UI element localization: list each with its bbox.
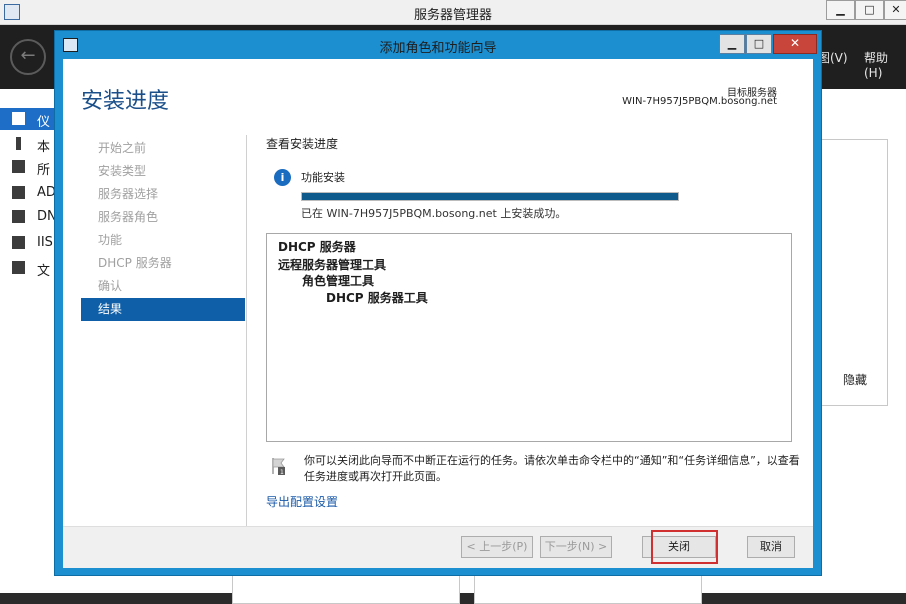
bottom-tile-left [232,572,460,604]
nav-confirmation: 确认 [98,279,123,293]
wizard-close-x-button[interactable]: ✕ [773,34,817,54]
section-title: 查看安装进度 [266,137,339,151]
sidebar-item-dashboard[interactable]: 仪 [0,108,60,130]
maximize-button[interactable]: □ [855,0,884,20]
wizard-nav: 开始之前 安装类型 服务器选择 服务器角色 功能 DHCP 服务器 确认 结果 [81,137,245,321]
local-server-icon [16,137,21,150]
sidebar-item-local-server[interactable]: 本 [0,133,60,155]
ad-icon [12,186,25,199]
progress-fill [302,193,678,200]
close-button-highlight [651,530,718,564]
feature-installation-label: 功能安装 [301,171,345,184]
result-item: 远程服务器管理工具 [278,258,387,272]
back-arrow-icon[interactable]: ← [10,39,46,75]
dashboard-icon [12,112,25,125]
installation-progress-bar [301,192,679,201]
wizard-maximize-button[interactable]: □ [746,34,772,54]
file-services-icon [12,261,25,274]
all-servers-icon [12,160,25,173]
nav-dhcp-server: DHCP 服务器 [98,256,172,270]
menu-help[interactable]: 帮助(H) [864,49,906,80]
menu-view[interactable]: 图(V) [818,49,848,66]
results-list[interactable]: DHCP 服务器 远程服务器管理工具 角色管理工具 DHCP 服务器工具 [266,233,792,442]
dashboard-tile [820,139,888,406]
sidebar-item-all-servers[interactable]: 所 [0,156,60,178]
iis-icon [12,236,25,249]
info-icon: i [274,169,291,186]
nav-features: 功能 [98,233,123,247]
close-wizard-notice: 你可以关闭此向导而不中断正在运行的任务。请依次单击命令栏中的“通知”和“任务详细… [304,454,800,483]
server-manager-titlebar: 服务器管理器 ▁ □ ✕ [0,0,906,25]
sidebar-item-iis[interactable]: IIS [0,232,60,254]
previous-button[interactable]: < 上一步(P) [461,536,533,558]
svg-text:1: 1 [280,469,284,475]
result-item: 角色管理工具 [302,274,375,288]
sidebar-item-ad[interactable]: AD [0,182,60,204]
minimize-button[interactable]: ▁ [826,0,855,20]
server-manager-title: 服务器管理器 [413,8,492,23]
nav-before-you-begin: 开始之前 [98,141,147,155]
hide-link[interactable]: 隐藏 [843,371,867,388]
nav-installation-type: 安装类型 [98,164,147,178]
sidebar-item-file-services[interactable]: 文 [0,257,60,279]
export-configuration-link[interactable]: 导出配置设置 [266,493,338,510]
dns-icon [12,210,25,223]
nav-divider [246,135,247,527]
result-item: DHCP 服务器 [278,240,356,254]
wizard-footer: < 上一步(P) 下一步(N) > 关闭 取消 [63,526,813,568]
next-button[interactable]: 下一步(N) > [540,536,612,558]
add-roles-wizard-dialog: 添加角色和功能向导 ▁ □ ✕ 安装进度 目标服务器 WIN-7H957J5PB… [54,30,822,576]
wizard-body: 安装进度 目标服务器 WIN-7H957J5PBQM.bosong.net 开始… [63,59,813,568]
wizard-minimize-button[interactable]: ▁ [719,34,745,54]
sidebar-item-dns[interactable]: DN [0,206,60,228]
cancel-button[interactable]: 取消 [747,536,795,558]
nav-server-roles: 服务器角色 [98,210,159,224]
wizard-title: 添加角色和功能向导 [379,41,497,56]
bottom-tile-right [474,572,702,604]
installation-status-text: 已在 WIN-7H957J5PBQM.bosong.net 上安装成功。 [301,207,567,220]
result-item: DHCP 服务器工具 [326,291,428,305]
server-manager-sidebar: 仪 本 所 AD DN IIS 文 [0,89,60,593]
page-title: 安装进度 [81,89,170,114]
nav-results[interactable]: 结果 [81,298,245,321]
flag-icon: 1 [272,458,285,475]
nav-server-selection: 服务器选择 [98,187,159,201]
destination-server-value: WIN-7H957J5PBQM.bosong.net [622,96,777,107]
close-window-button[interactable]: ✕ [884,0,906,20]
